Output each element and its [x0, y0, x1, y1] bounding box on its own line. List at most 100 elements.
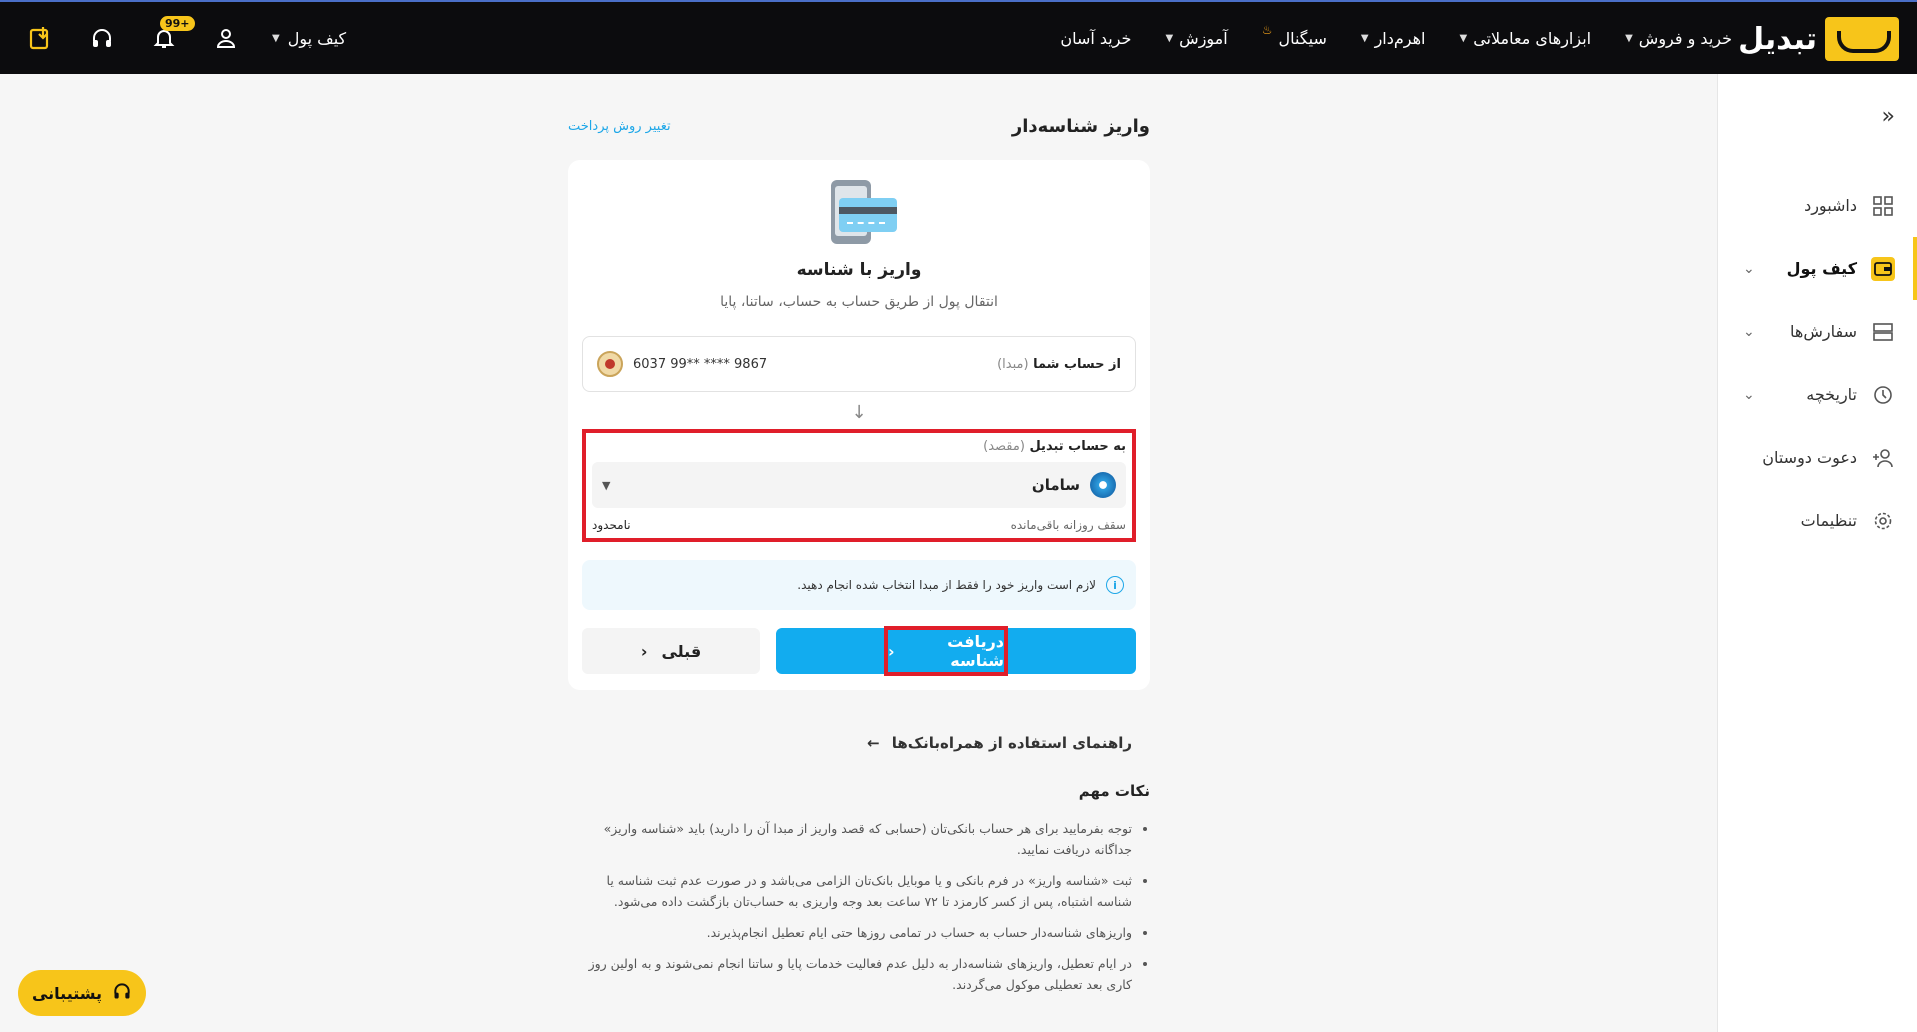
chevron-down-icon[interactable]: ⌄ [1743, 324, 1755, 340]
nav-label: اهرم‌دار [1374, 28, 1426, 48]
chevron-left-icon: ‹ [888, 641, 895, 661]
sidebar-item-label: کیف پول [1786, 259, 1857, 278]
chevron-down-icon[interactable]: ⌄ [1743, 261, 1755, 277]
daily-limit-label: سقف روزانه باقی‌مانده [1010, 518, 1126, 532]
card-subtitle: انتقال پول از طریق حساب به حساب، ساتنا، … [720, 294, 998, 310]
credit-card-shape [839, 198, 897, 232]
active-indicator [1913, 237, 1917, 300]
notes-title: نکات مهم [1078, 782, 1150, 800]
user-icon[interactable] [210, 22, 242, 54]
source-account-number: 6037 99** **** 9867 [633, 356, 768, 372]
top-actions: 99+ ▼ کیف پول [24, 2, 346, 74]
nav-label: آموزش [1179, 28, 1228, 48]
card-payment-illustration [827, 178, 897, 244]
nav-easy-buy[interactable]: خرید آسان [1060, 29, 1131, 48]
nav-label: خرید آسان [1060, 28, 1132, 48]
sidebar-item-label: سفارش‌ها [1790, 322, 1857, 341]
orders-icon [1871, 320, 1895, 344]
nav-education[interactable]: آموزش ▼ [1165, 29, 1227, 48]
brand-logo [1825, 17, 1899, 61]
sidebar-item-settings[interactable]: تنظیمات [1717, 489, 1917, 552]
list-item: در ایام تعطیل، واریزهای شناسه‌دار به دلی… [568, 953, 1132, 995]
caret-down-icon: ▼ [272, 32, 280, 44]
chevron-down-icon[interactable]: ⌄ [1743, 387, 1755, 403]
main-nav: خرید و فروش ▼ ابزارهای معاملاتی ▼ اهرم‌د… [1060, 2, 1732, 74]
source-account-field[interactable]: از حساب شما (مبدا) 6037 99** **** 9867 [582, 336, 1136, 392]
sidebar-item-invite[interactable]: دعوت دوستان [1717, 426, 1917, 489]
get-id-button[interactable]: دریافت شناسه ‹ [776, 626, 1136, 676]
destination-label-hint: (مقصد) [983, 439, 1025, 454]
nav-label: ابزارهای معاملاتی [1473, 28, 1592, 48]
page-header: واریز شناسه‌دار تغییر روش پرداخت [568, 100, 1150, 152]
destination-label-text: به حساب تبدیل [1029, 439, 1126, 454]
wallet-icon [1871, 256, 1895, 281]
caret-down-icon: ▼ [1625, 32, 1633, 44]
sidebar-item-wallet[interactable]: کیف پول ⌄ [1717, 237, 1917, 300]
notice-text: لازم است واریز خود را فقط از مبدا انتخاب… [797, 578, 1096, 592]
brand-name: تبدیل [1738, 21, 1818, 57]
list-item: ثبت «شناسه واریز» در فرم بانکی و یا موبا… [568, 870, 1132, 912]
wallet-menu-label: کیف پول [287, 28, 347, 48]
source-account-value: 6037 99** **** 9867 [597, 351, 767, 377]
saman-bank-logo-icon [1090, 472, 1116, 498]
caret-down-icon: ▼ [602, 478, 611, 492]
previous-button[interactable]: قبلی ‹ [582, 628, 760, 674]
daily-limit-row: سقف روزانه باقی‌مانده نامحدود [592, 518, 1126, 532]
get-id-button-label-wrap: دریافت شناسه ‹ [884, 626, 1008, 676]
caret-down-icon: ▼ [1165, 32, 1174, 44]
get-id-button-label: دریافت شناسه [947, 632, 1004, 670]
destination-label: به حساب تبدیل (مقصد) [592, 439, 1126, 454]
destination-bank: سامان [1032, 472, 1116, 498]
sidebar-item-dashboard[interactable]: داشبورد [1717, 174, 1917, 237]
info-icon: i [1106, 576, 1124, 594]
deposit-card: واریز با شناسه انتقال پول از طریق حساب ب… [568, 160, 1150, 690]
nav-buy-sell[interactable]: خرید و فروش ▼ [1625, 29, 1732, 48]
main-content: واریز شناسه‌دار تغییر روش پرداخت واریز ب… [568, 74, 1150, 1005]
history-icon [1871, 383, 1895, 407]
caret-down-icon: ▼ [1459, 32, 1468, 44]
top-navbar: تبدیل خرید و فروش ▼ ابزارهای معاملاتی ▼ … [0, 0, 1917, 74]
action-buttons: دریافت شناسه ‹ قبلی ‹ [582, 626, 1136, 676]
guide-link-text: راهنمای استفاده از همراه‌بانک‌ها [891, 734, 1132, 752]
mobile-bank-guide-link[interactable]: راهنمای استفاده از همراه‌بانک‌ها ← [568, 734, 1150, 752]
sidebar-item-orders[interactable]: سفارش‌ها ⌄ [1717, 300, 1917, 363]
nav-trading-tools[interactable]: ابزارهای معاملاتی ▼ [1460, 29, 1592, 48]
sidebar-item-label: تاریخچه [1806, 385, 1857, 404]
headset-icon [112, 981, 132, 1005]
gear-icon [1871, 509, 1895, 533]
bell-icon[interactable]: 99+ [148, 16, 195, 54]
sidebar-item-label: دعوت دوستان [1762, 448, 1857, 467]
flame-icon: ♨ [1261, 23, 1273, 37]
nav-label: خرید و فروش [1638, 28, 1732, 48]
dashboard-icon [1871, 194, 1895, 218]
sidebar-item-label: داشبورد [1804, 196, 1857, 215]
source-label-text: از حساب شما [1033, 356, 1121, 372]
sidebar-item-history[interactable]: تاریخچه ⌄ [1717, 363, 1917, 426]
list-item: توجه بفرمایید برای هر حساب بانکی‌تان (حس… [568, 818, 1132, 860]
caret-down-icon: ▼ [1360, 32, 1369, 44]
arrow-left-icon: ← [867, 734, 880, 752]
headset-icon[interactable] [86, 22, 118, 54]
brand[interactable]: تبدیل [1738, 16, 1899, 62]
previous-button-label: قبلی [661, 641, 702, 661]
collapse-sidebar-icon[interactable]: » [1882, 104, 1895, 129]
daily-limit-value: نامحدود [592, 518, 631, 532]
support-label: پشتیبانی [31, 983, 103, 1003]
sidebar-item-label: تنظیمات [1800, 511, 1857, 530]
sidebar-list: داشبورد کیف پول ⌄ سفارش‌ها ⌄ تاریخچه ⌄ [1717, 174, 1917, 552]
wallet-menu[interactable]: ▼ کیف پول [272, 29, 346, 48]
destination-section: به حساب تبدیل (مقصد) سامان ▼ سقف روزانه … [582, 429, 1136, 542]
card-title: واریز با شناسه [796, 260, 922, 280]
source-account-label: از حساب شما (مبدا) [997, 357, 1121, 372]
source-label-hint: (مبدا) [997, 356, 1029, 372]
notification-badge: 99+ [160, 16, 195, 31]
destination-bank-select[interactable]: سامان ▼ [592, 462, 1126, 508]
support-button[interactable]: پشتیبانی [18, 970, 146, 1016]
download-icon[interactable] [24, 22, 56, 54]
change-payment-method-link[interactable]: تغییر روش پرداخت [568, 119, 671, 134]
page-title: واریز شناسه‌دار [1011, 115, 1150, 137]
nav-signal[interactable]: سیگنال ♨ [1262, 23, 1327, 48]
nav-leverage[interactable]: اهرم‌دار ▼ [1361, 29, 1426, 48]
invite-icon [1871, 446, 1895, 470]
list-item: واریزهای شناسه‌دار حساب به حساب در تمامی… [568, 922, 1132, 943]
